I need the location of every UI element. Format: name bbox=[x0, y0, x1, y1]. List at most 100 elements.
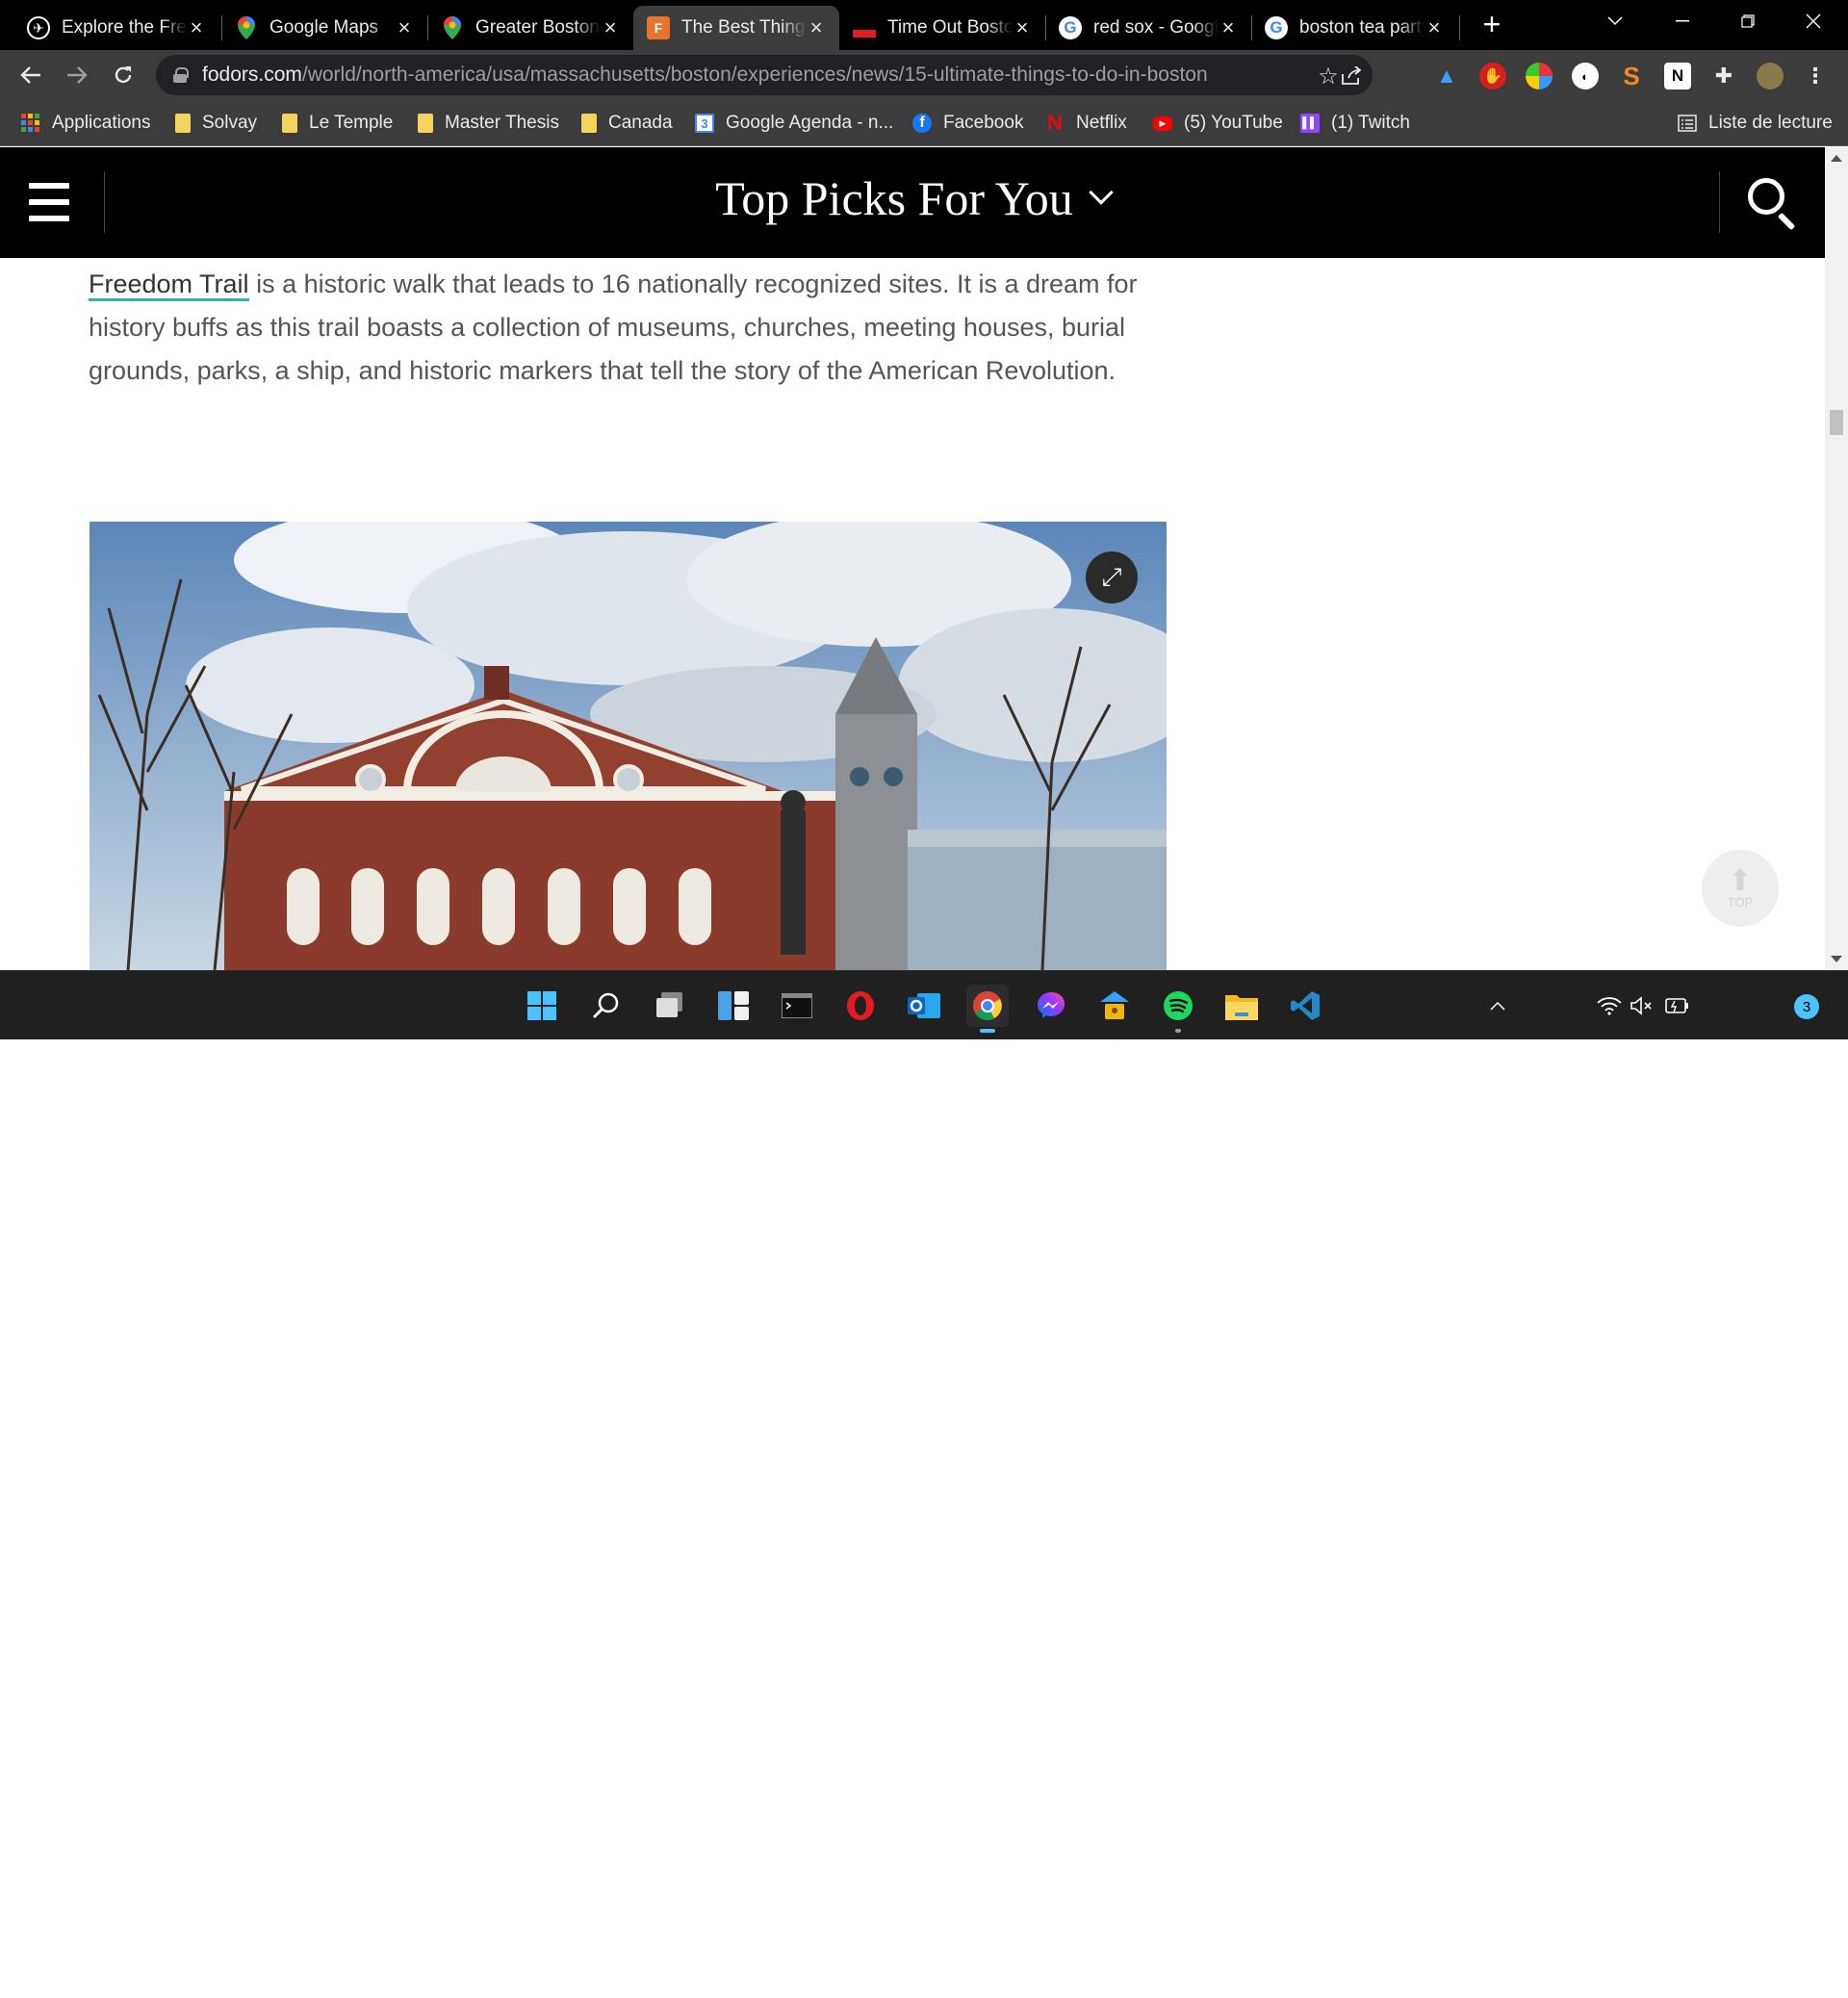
bookmark-twitch[interactable]: ▌▌ (1) Twitch bbox=[1300, 110, 1410, 137]
close-tab-icon[interactable]: × bbox=[395, 15, 414, 40]
up-arrow-icon: ⬆ bbox=[1728, 864, 1753, 897]
tab-time-out-boston[interactable]: Time Out Boston × bbox=[839, 6, 1045, 50]
maps-pin-favicon bbox=[441, 16, 464, 39]
expand-image-icon[interactable]: ⤢ bbox=[1086, 551, 1138, 603]
widgets-icon[interactable] bbox=[712, 985, 755, 1027]
close-tab-icon[interactable]: × bbox=[1424, 15, 1444, 40]
apps-grid-icon bbox=[21, 114, 40, 133]
freedom-trail-link[interactable]: Freedom Trail bbox=[89, 269, 249, 301]
bookmark-label: (1) Twitch bbox=[1331, 113, 1411, 133]
google-favicon: G bbox=[1059, 16, 1082, 39]
wifi-icon[interactable] bbox=[1592, 985, 1627, 1027]
vpn-lock-icon[interactable] bbox=[1093, 985, 1136, 1027]
chevron-down-icon bbox=[1089, 180, 1114, 205]
back-to-top-button[interactable]: ⬆ TOP bbox=[1702, 850, 1779, 927]
close-tab-icon[interactable]: × bbox=[187, 15, 206, 40]
clock[interactable]: 21:03 04-03-22 bbox=[1707, 1956, 1790, 1998]
outlook-icon[interactable] bbox=[903, 985, 945, 1027]
close-tab-icon[interactable]: × bbox=[1013, 15, 1032, 40]
new-tab-button[interactable]: + bbox=[1475, 8, 1509, 42]
windows-taskbar: FRA BEFR 21:03 04-03-22 bbox=[0, 970, 1848, 1996]
url-host: fodors.com bbox=[202, 64, 302, 86]
spotify-icon[interactable] bbox=[1157, 985, 1199, 1033]
tab-fodors-active[interactable]: F The Best Things to Do in Boston × bbox=[633, 6, 839, 50]
address-bar[interactable]: fodors.com /world/north-america/usa/mass… bbox=[156, 55, 1373, 95]
youtube-icon: ▶ bbox=[1153, 115, 1172, 131]
minimize-icon[interactable] bbox=[1654, 0, 1711, 42]
tab-red-sox-search[interactable]: G red sox - Google Search × bbox=[1045, 6, 1251, 50]
scroll-down-icon[interactable] bbox=[1831, 956, 1842, 962]
bookmark-youtube[interactable]: ▶ (5) YouTube bbox=[1153, 110, 1283, 137]
top-picks-dropdown[interactable]: Top Picks For You bbox=[0, 170, 1825, 226]
task-view-icon[interactable] bbox=[649, 985, 691, 1027]
notion-icon[interactable]: N bbox=[1664, 63, 1691, 90]
search-icon[interactable] bbox=[1746, 176, 1798, 231]
timeout-favicon bbox=[853, 30, 876, 38]
share-icon[interactable] bbox=[1338, 63, 1365, 90]
show-hidden-icons-chevron[interactable] bbox=[1483, 985, 1512, 1027]
tab-title: Greater Boston bbox=[475, 17, 600, 38]
bookmark-applications[interactable]: Applications bbox=[21, 110, 150, 137]
file-explorer-icon[interactable] bbox=[1220, 985, 1263, 1027]
top-label: TOP bbox=[1727, 894, 1754, 909]
tab-greater-boston[interactable]: Greater Boston × bbox=[427, 6, 633, 50]
tab-title: Google Maps bbox=[270, 17, 379, 38]
chrome-menu-icon[interactable]: ⋮ bbox=[1802, 63, 1829, 90]
close-tab-icon[interactable]: × bbox=[1219, 15, 1238, 40]
tab-title: The Best Things to Do in Boston bbox=[681, 17, 807, 38]
back-arrow-icon[interactable] bbox=[13, 58, 48, 92]
netflix-icon: N bbox=[1047, 111, 1063, 135]
bookmark-solvay[interactable]: Solvay bbox=[175, 110, 257, 137]
notification-badge[interactable]: 3 bbox=[1794, 994, 1819, 1019]
bookmark-netflix[interactable]: N Netflix bbox=[1045, 110, 1127, 137]
bookmark-google-agenda[interactable]: 3 Google Agenda - n... bbox=[695, 110, 893, 137]
bookmark-facebook[interactable]: f Facebook bbox=[912, 110, 1023, 137]
tab-google-maps[interactable]: Google Maps × bbox=[221, 6, 427, 50]
close-tab-icon[interactable]: × bbox=[601, 15, 620, 40]
facebook-icon: f bbox=[912, 114, 932, 133]
close-window-icon[interactable] bbox=[1784, 0, 1842, 42]
tab-explore-freedom-trail[interactable]: ✈ Explore the Freedom Trail × bbox=[13, 6, 219, 50]
opera-icon[interactable] bbox=[839, 985, 882, 1027]
chrome-taskbar-icon[interactable] bbox=[966, 985, 1009, 1033]
web-page: Top Picks For You Freedom Trail is a his… bbox=[0, 147, 1848, 970]
tab-title: red sox - Google Search bbox=[1093, 17, 1219, 38]
scroll-up-icon[interactable] bbox=[1831, 155, 1842, 162]
bookmark-label: Canada bbox=[608, 113, 673, 133]
close-tab-icon[interactable]: × bbox=[807, 15, 826, 40]
language-code: FRA bbox=[1539, 1957, 1572, 1975]
bookmark-canada[interactable]: Canada bbox=[581, 110, 673, 137]
adblock-icon[interactable]: ✋ bbox=[1479, 63, 1506, 90]
extensions-puzzle-icon[interactable]: ✚ bbox=[1710, 63, 1737, 90]
terminal-icon[interactable] bbox=[776, 985, 818, 1027]
tab-boston-tea-party-search[interactable]: G boston tea party - Google Search × bbox=[1251, 6, 1457, 50]
extension-circle-icon[interactable]: ◐ bbox=[1572, 63, 1599, 90]
faneuil-hall-photo[interactable] bbox=[90, 522, 1167, 970]
bookmark-le-temple[interactable]: Le Temple bbox=[282, 110, 393, 137]
battery-icon[interactable] bbox=[1659, 985, 1694, 1027]
volume-muted-icon[interactable] bbox=[1625, 985, 1659, 1027]
forward-arrow-icon[interactable] bbox=[60, 58, 94, 92]
extension-a-icon[interactable]: ▲ bbox=[1433, 63, 1460, 90]
site-header: Top Picks For You bbox=[0, 147, 1825, 258]
reading-list[interactable]: Liste de lecture bbox=[1678, 110, 1833, 137]
scrollbar-thumb[interactable] bbox=[1830, 410, 1843, 435]
vscode-icon[interactable] bbox=[1284, 985, 1326, 1027]
top-picks-title: Top Picks For You bbox=[715, 171, 1073, 225]
windows-start-icon[interactable] bbox=[521, 985, 563, 1027]
calendar-icon: 3 bbox=[695, 114, 714, 133]
messenger-icon[interactable] bbox=[1030, 985, 1072, 1027]
tab-title: Explore the Freedom Trail bbox=[62, 17, 187, 38]
restore-icon[interactable] bbox=[1719, 0, 1777, 42]
input-language[interactable]: FRA BEFR bbox=[1528, 1956, 1582, 1998]
bookmark-label: Le Temple bbox=[309, 113, 394, 133]
bookmark-master-thesis[interactable]: Master Thesis bbox=[418, 110, 559, 137]
extension-s-icon[interactable]: S bbox=[1618, 62, 1645, 90]
search-taskbar-icon[interactable] bbox=[585, 985, 628, 1027]
profile-avatar[interactable] bbox=[1757, 63, 1784, 90]
reload-icon[interactable] bbox=[106, 58, 141, 92]
page-scrollbar[interactable] bbox=[1825, 147, 1848, 970]
tab-search-chevron-icon[interactable] bbox=[1586, 0, 1644, 42]
bookmark-star-icon[interactable]: ☆ bbox=[1315, 63, 1342, 90]
color-extension-icon[interactable] bbox=[1526, 63, 1553, 90]
